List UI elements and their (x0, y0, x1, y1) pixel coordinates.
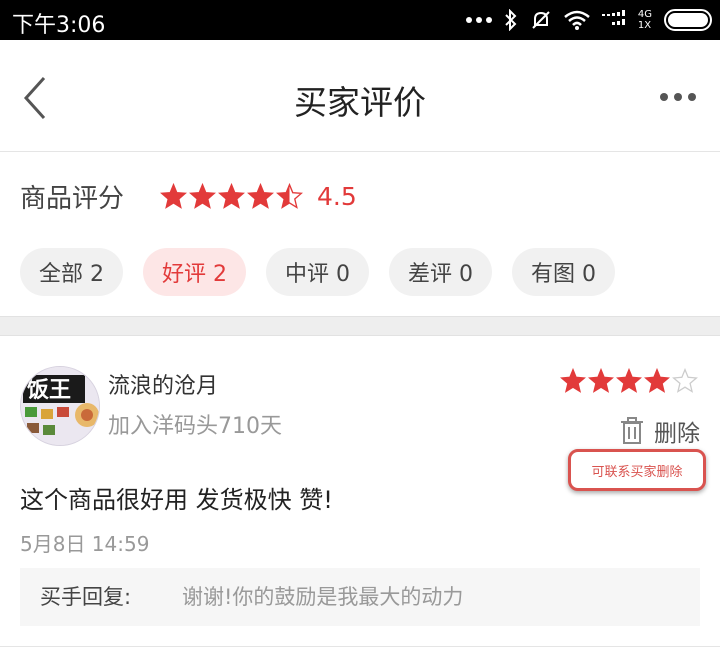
bluetooth-icon (505, 9, 517, 31)
seller-reply: 买手回复: 谢谢!你的鼓励是我最大的动力 (20, 568, 700, 626)
page-title: 买家评价 (294, 83, 426, 122)
battery-icon (664, 9, 712, 31)
delete-label: 删除 (654, 421, 700, 447)
star-filled-icon (160, 182, 187, 209)
reply-prefix: 买手回复: (40, 585, 132, 609)
star-empty-icon (672, 368, 698, 393)
filter-negative[interactable]: 差评 0 (389, 248, 492, 296)
delete-hint-callout: 可联系买家删除 (568, 449, 706, 491)
review-time: 5月8日 14:59 (20, 532, 150, 556)
star-filled-icon (189, 182, 216, 209)
star-filled-icon (644, 368, 670, 393)
mute-icon (532, 11, 550, 29)
section-divider (0, 316, 720, 336)
filter-neutral[interactable]: 中评 0 (266, 248, 369, 296)
delete-button[interactable]: 删除 (620, 414, 700, 448)
rating-score: 4.5 (317, 181, 357, 211)
filter-positive[interactable]: 好评 2 (143, 248, 246, 296)
review-filters: 全部 2 好评 2 中评 0 差评 0 有图 0 (20, 248, 615, 296)
filter-with-image[interactable]: 有图 0 (512, 248, 615, 296)
rating-label: 商品评分 (20, 183, 125, 214)
status-time: 下午3:06 (12, 13, 106, 38)
more-dots-icon (465, 17, 492, 23)
review-join-info: 加入洋码头710天 (108, 414, 282, 439)
filter-all[interactable]: 全部 2 (20, 248, 123, 296)
reply-text: 谢谢!你的鼓励是我最大的动力 (182, 585, 464, 609)
svg-text:饭王: 饭王 (27, 377, 71, 403)
avatar[interactable]: 饭王 (20, 366, 100, 446)
star-filled-icon (616, 368, 642, 393)
review-content: 这个商品很好用 发货极快 赞! (20, 486, 333, 514)
star-filled-icon (560, 368, 586, 393)
review-username[interactable]: 流浪的沧月 (108, 368, 218, 400)
header: 买家评价 (0, 40, 720, 152)
status-icons: 4G 1X (465, 0, 712, 40)
star-filled-icon (218, 182, 245, 209)
bottom-divider (0, 646, 720, 647)
signal-icon (601, 10, 625, 25)
trash-icon (621, 417, 643, 444)
rating-stars (160, 182, 303, 210)
review-stars (560, 368, 698, 394)
wifi-icon (564, 10, 590, 30)
more-options-icon[interactable] (660, 90, 696, 104)
product-rating: 商品评分 4.5 (20, 176, 357, 216)
network-type: 4G 1X (637, 9, 652, 31)
star-filled-icon (247, 182, 274, 209)
star-half-icon (276, 182, 303, 209)
avatar-image: 饭王 (21, 367, 99, 445)
star-filled-icon (588, 368, 614, 393)
status-bar: 下午3:06 4G 1X (0, 0, 720, 40)
